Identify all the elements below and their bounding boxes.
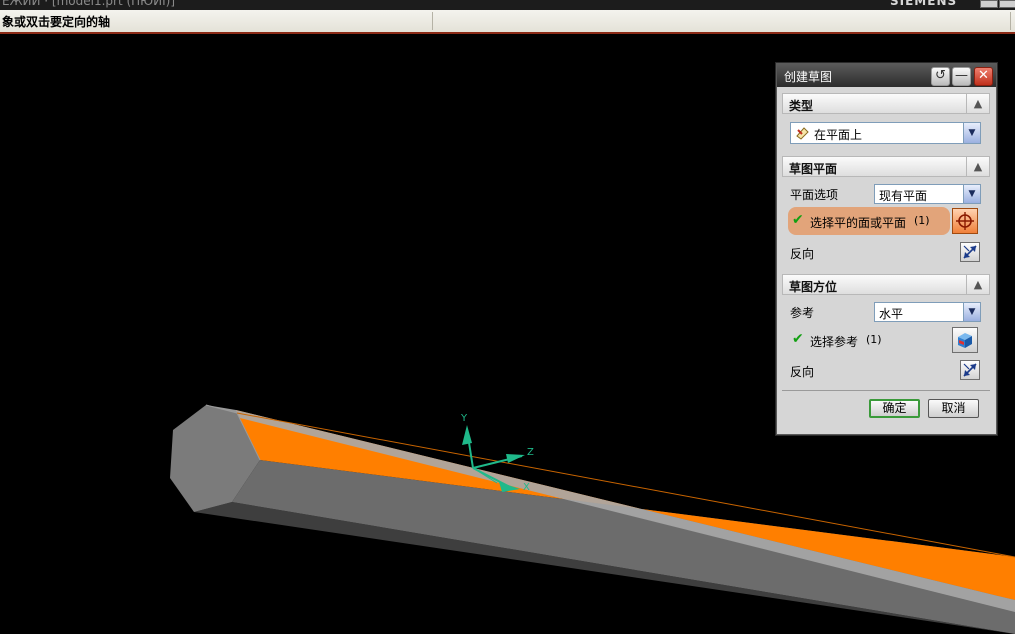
type-section-header[interactable]: 类型 ▲ [782, 93, 990, 114]
checkmark-icon: ✔ [792, 212, 804, 228]
collapse-section-icon[interactable]: ▲ [966, 94, 989, 113]
type-section-label: 类型 [789, 99, 814, 113]
collapse-dialog-button[interactable]: — [952, 67, 971, 86]
sketch-plane-section-label: 草图平面 [789, 162, 838, 176]
reference-combo[interactable]: 水平 ▼ [874, 302, 981, 322]
reverse-direction-icon [963, 245, 977, 259]
select-reference-row[interactable]: ✔ 选择参考 (1) [788, 326, 950, 354]
create-sketch-dialog[interactable]: 创建草图 ↺ — ✕ 类型 ▲ 在平面上 ▼ 草图平面 ▲ 平面选项 现有平面 … [776, 63, 997, 435]
collapse-section-icon[interactable]: ▲ [966, 157, 989, 176]
plane-type-icon [795, 126, 809, 140]
collapse-section-icon[interactable]: ▲ [966, 275, 989, 294]
solid-face-icon [958, 333, 972, 348]
type-combo-value: 在平面上 [814, 128, 863, 142]
reference-label: 参考 [790, 306, 815, 320]
plane-option-combo[interactable]: 现有平面 ▼ [874, 184, 981, 204]
select-planar-face-row[interactable]: ✔ 选择平的面或平面 (1) [788, 207, 950, 235]
plane-selection-button[interactable] [952, 208, 978, 234]
reference-reverse-label: 反向 [790, 365, 815, 379]
chevron-down-icon[interactable]: ▼ [963, 123, 980, 143]
ok-button[interactable]: 确定 [869, 399, 920, 418]
triad-z-label: Z [527, 447, 534, 458]
chevron-down-icon[interactable]: ▼ [963, 185, 980, 203]
dialog-title: 创建草图 [784, 70, 833, 84]
plane-option-label: 平面选项 [790, 188, 839, 202]
select-planar-face-count: (1) [914, 214, 930, 227]
cancel-button[interactable]: 取消 [928, 399, 979, 418]
select-reference-count: (1) [866, 333, 882, 346]
reverse-direction-icon [963, 363, 977, 377]
type-combo[interactable]: 在平面上 ▼ [790, 122, 981, 144]
reference-value: 水平 [879, 307, 904, 321]
dialog-button-divider [782, 390, 990, 391]
select-reference-label: 选择参考 [810, 335, 859, 349]
triad-y-label: Y [460, 413, 468, 424]
sketch-orientation-section-header[interactable]: 草图方位 ▲ [782, 274, 990, 295]
plane-reverse-label: 反向 [790, 247, 815, 261]
sketch-orientation-section-label: 草图方位 [789, 280, 838, 294]
dialog-title-bar[interactable]: 创建草图 ↺ — ✕ [777, 64, 996, 87]
chevron-down-icon[interactable]: ▼ [963, 303, 980, 321]
plane-option-value: 现有平面 [879, 189, 928, 203]
reference-selection-button[interactable] [952, 327, 978, 353]
select-planar-face-label: 选择平的面或平面 [810, 216, 907, 230]
triad-x-label: X [523, 482, 530, 493]
reset-button[interactable]: ↺ [931, 67, 950, 86]
checkmark-icon: ✔ [792, 331, 804, 347]
sketch-plane-section-header[interactable]: 草图平面 ▲ [782, 156, 990, 177]
crosshair-icon [956, 212, 974, 230]
reference-reverse-direction-button[interactable] [960, 360, 980, 380]
plane-reverse-direction-button[interactable] [960, 242, 980, 262]
close-dialog-button[interactable]: ✕ [974, 67, 993, 86]
